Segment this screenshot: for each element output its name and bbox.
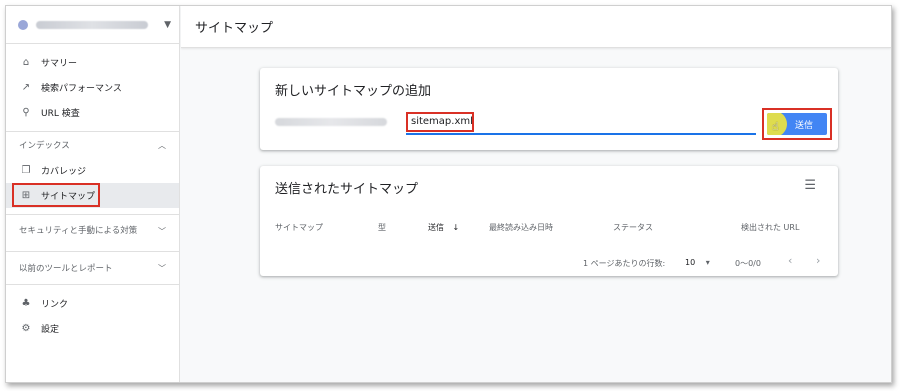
column-header-label: 送信 [428,223,444,232]
submit-button-label: 送信 [794,120,813,131]
divider [6,284,179,285]
sidebar-item-label: 設定 [41,325,60,335]
page-header: サイトマップ [181,6,891,48]
property-favicon-icon [18,19,28,30]
submitted-sitemaps-card: 送信されたサイトマップ ☰ サイトマップ 型 送信 ↓ 最終読み込み日時 ステー… [260,166,838,276]
site-url-prefix-blurred [275,118,387,126]
sitemap-input-underline [406,133,756,135]
sidebar-item-label: リンク [41,300,69,310]
column-header-last-read[interactable]: 最終読み込み日時 [489,222,553,233]
rows-per-page-label: 1 ページあたりの行数: [583,259,666,268]
filter-icon[interactable]: ☰ [804,178,816,193]
sidebar-item-links[interactable]: ♣ リンク [6,291,179,316]
sidebar-item-sitemaps[interactable]: ⊞ サイトマップ [6,183,179,208]
property-selector[interactable]: ▼ [6,6,179,44]
section-security-toggle[interactable]: セキュリティと手動による対策 ﹀ [6,215,179,249]
rows-per-page-select[interactable]: 10 ▾ [685,258,710,267]
arrow-down-icon: ↓ [452,223,460,232]
caret-down-icon: ▼ [164,19,171,30]
card-title: 送信されたサイトマップ [275,182,419,197]
card-title: 新しいサイトマップの追加 [275,84,432,99]
chevron-down-icon: ﹀ [158,227,166,236]
section-legacy-toggle[interactable]: 以前のツールとレポート ﹀ [6,252,179,284]
chevron-right-icon[interactable]: › [816,254,820,267]
column-header-type[interactable]: 型 [378,222,386,233]
section-label: セキュリティと手動による対策 [19,226,138,236]
trending-up-icon: ↗ [21,82,31,93]
hand-cursor-icon: ☝ [772,120,779,133]
rows-per-page-value: 10 [685,258,696,267]
highlight-box: ☝ 送信 [762,108,832,140]
sitemap-url-input[interactable]: sitemap.xml [406,112,474,132]
search-icon: ⚲ [22,107,30,118]
sidebar-item-url-inspection[interactable]: ⚲ URL 検査 [6,100,179,125]
pagination-range: 0〜0/0 [735,259,761,268]
sidebar-item-summary[interactable]: ⌂ サマリー [6,50,179,75]
home-icon: ⌂ [22,57,30,68]
section-label: 以前のツールとレポート [19,264,113,274]
chevron-left-icon[interactable]: ‹ [788,254,792,267]
copy-icon: ❐ [21,165,31,176]
app-window: ▼ ⌂ サマリー ↗ 検索パフォーマンス ⚲ URL 検査 インデックス ︿ ❐… [5,5,892,383]
page-title: サイトマップ [195,21,274,36]
sidebar: ▼ ⌂ サマリー ↗ 検索パフォーマンス ⚲ URL 検査 インデックス ︿ ❐… [6,6,180,382]
sidebar-item-label: サマリー [41,59,78,69]
chevron-up-icon: ︿ [158,140,166,150]
section-index-toggle[interactable]: インデックス ︿ [6,132,179,158]
caret-down-icon: ▾ [705,258,710,267]
column-header-sitemap[interactable]: サイトマップ [275,222,323,233]
column-header-submitted[interactable]: 送信 ↓ [428,222,459,233]
chevron-down-icon: ﹀ [158,263,166,273]
sidebar-item-label: 検索パフォーマンス [41,84,122,94]
column-header-status[interactable]: ステータス [613,222,653,233]
links-icon: ♣ [21,298,31,309]
sidebar-item-performance[interactable]: ↗ 検索パフォーマンス [6,75,179,100]
sidebar-item-coverage[interactable]: ❐ カバレッジ [6,158,179,183]
sidebar-item-label: カバレッジ [41,167,87,177]
add-sitemap-card: 新しいサイトマップの追加 sitemap.xml ☝ 送信 [260,68,838,150]
section-label: インデックス [19,141,70,151]
highlight-box [12,183,100,207]
column-header-discovered-urls[interactable]: 検出された URL [741,222,799,233]
sidebar-item-label: URL 検査 [41,109,80,119]
sidebar-item-settings[interactable]: ⚙ 設定 [6,316,179,341]
property-name-blurred [36,20,148,29]
gear-icon: ⚙ [21,323,31,334]
submit-button[interactable]: ☝ 送信 [767,113,827,135]
